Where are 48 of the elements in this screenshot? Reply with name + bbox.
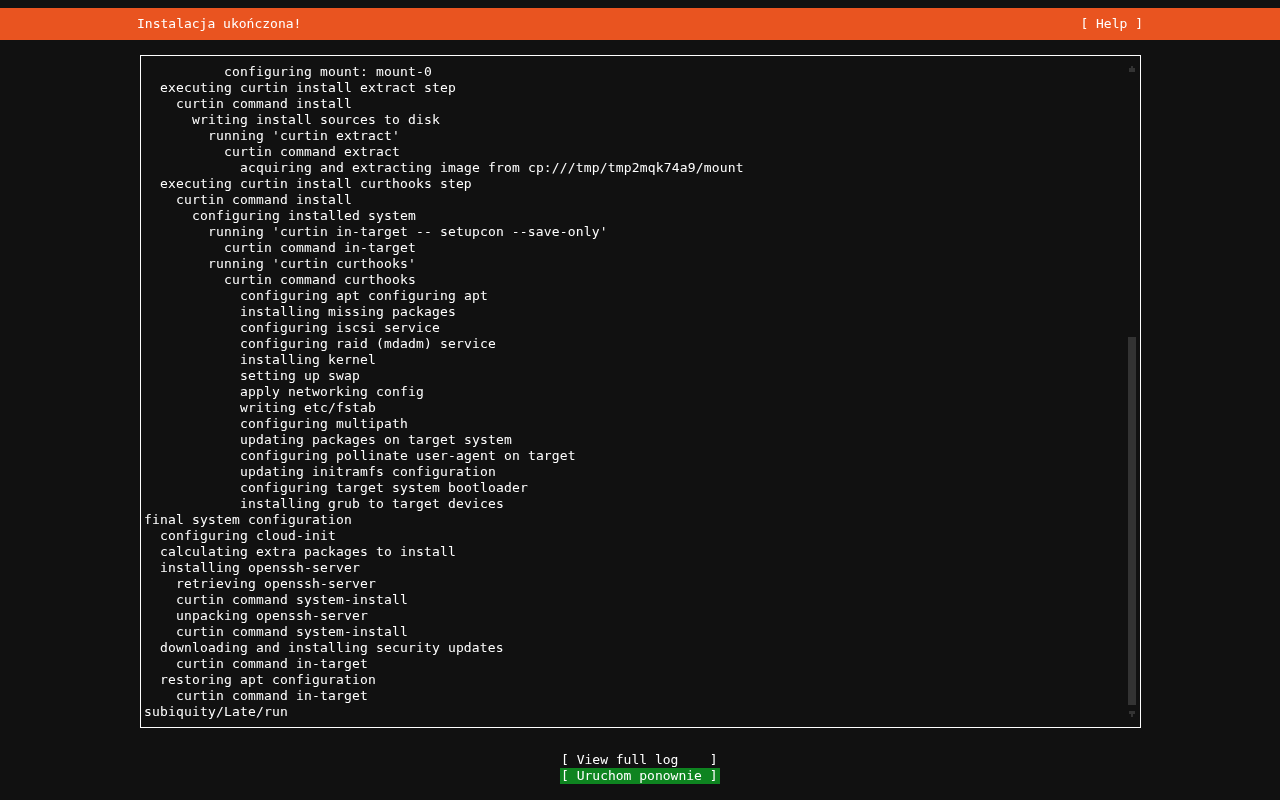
log-line: configuring cloud-init [159, 528, 337, 544]
log-line: unpacking openssh-server [175, 608, 369, 624]
log-line: curtin command system-install [175, 624, 409, 640]
log-line: writing etc/fstab [239, 400, 377, 416]
log-line: configuring raid (mdadm) service [239, 336, 497, 352]
log-line: calculating extra packages to install [159, 544, 457, 560]
log-line: executing curtin install extract step [159, 80, 457, 96]
log-line: configuring installed system [191, 208, 417, 224]
log-line: configuring target system bootloader [239, 480, 529, 496]
log-line: curtin command install [175, 192, 353, 208]
scroll-down-icon[interactable] [1129, 711, 1135, 717]
log-line: configuring pollinate user-agent on target [239, 448, 577, 464]
log-line: curtin command install [175, 96, 353, 112]
scroll-up-icon[interactable] [1129, 66, 1135, 72]
menu-button[interactable]: [ Uruchom ponownie ] [560, 768, 720, 784]
log-line: curtin command extract [223, 144, 401, 160]
log-line: curtin command in-target [175, 688, 369, 704]
log-line: installing missing packages [239, 304, 457, 320]
log-line: downloading and installing security updates [159, 640, 505, 656]
log-line: setting up swap [239, 368, 361, 384]
log-line: writing install sources to disk [191, 112, 441, 128]
menu-button[interactable]: [ View full log ] [560, 752, 720, 768]
log-line: curtin command in-target [223, 240, 417, 256]
log-line: installing grub to target devices [239, 496, 505, 512]
log-line: retrieving openssh-server [175, 576, 377, 592]
log-line: running 'curtin extract' [207, 128, 401, 144]
log-line: configuring mount: mount-0 [223, 64, 433, 80]
log-line: updating initramfs configuration [239, 464, 497, 480]
scrollbar-thumb[interactable] [1128, 337, 1136, 705]
header-title: Instalacja ukończona! [137, 16, 302, 32]
log-line: configuring iscsi service [239, 320, 441, 336]
log-line: executing curtin install curthooks step [159, 176, 473, 192]
log-line: running 'curtin in-target -- setupcon --save-only' [207, 224, 609, 240]
log-line: running 'curtin curthooks' [207, 256, 417, 272]
log-line: installing kernel [239, 352, 377, 368]
log-line: curtin command in-target [175, 656, 369, 672]
log-line: configuring multipath [239, 416, 409, 432]
help-button[interactable]: [ Help ] [1080, 16, 1143, 32]
log-line: curtin command curthooks [223, 272, 417, 288]
log-line: acquiring and extracting image from cp:///tmp/tmp2mqk74a9/mount [239, 160, 745, 176]
log-line: final system configuration [144, 512, 353, 528]
log-line: configuring apt configuring apt [239, 288, 489, 304]
log-line: restoring apt configuration [159, 672, 377, 688]
log-line: installing openssh-server [159, 560, 361, 576]
log-line: apply networking config [239, 384, 425, 400]
log-line: curtin command system-install [175, 592, 409, 608]
log-line: subiquity/Late/run [144, 704, 289, 720]
log-line: updating packages on target system [239, 432, 513, 448]
